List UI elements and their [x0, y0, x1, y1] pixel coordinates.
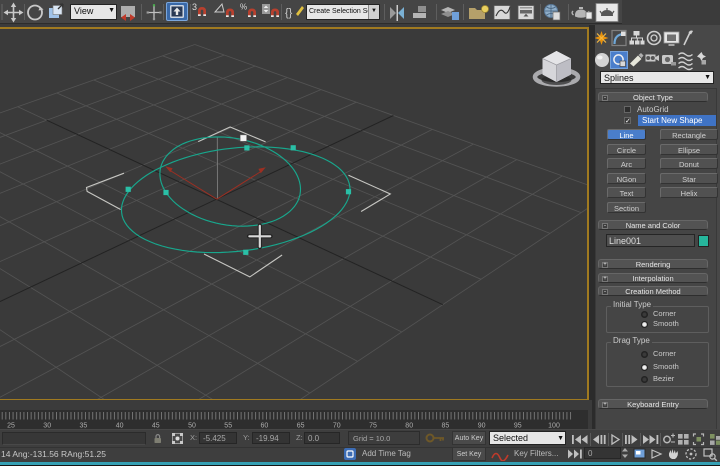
svg-text:3: 3: [192, 2, 197, 12]
svg-text:%: %: [240, 3, 247, 12]
svg-text:{}: {}: [285, 7, 293, 19]
